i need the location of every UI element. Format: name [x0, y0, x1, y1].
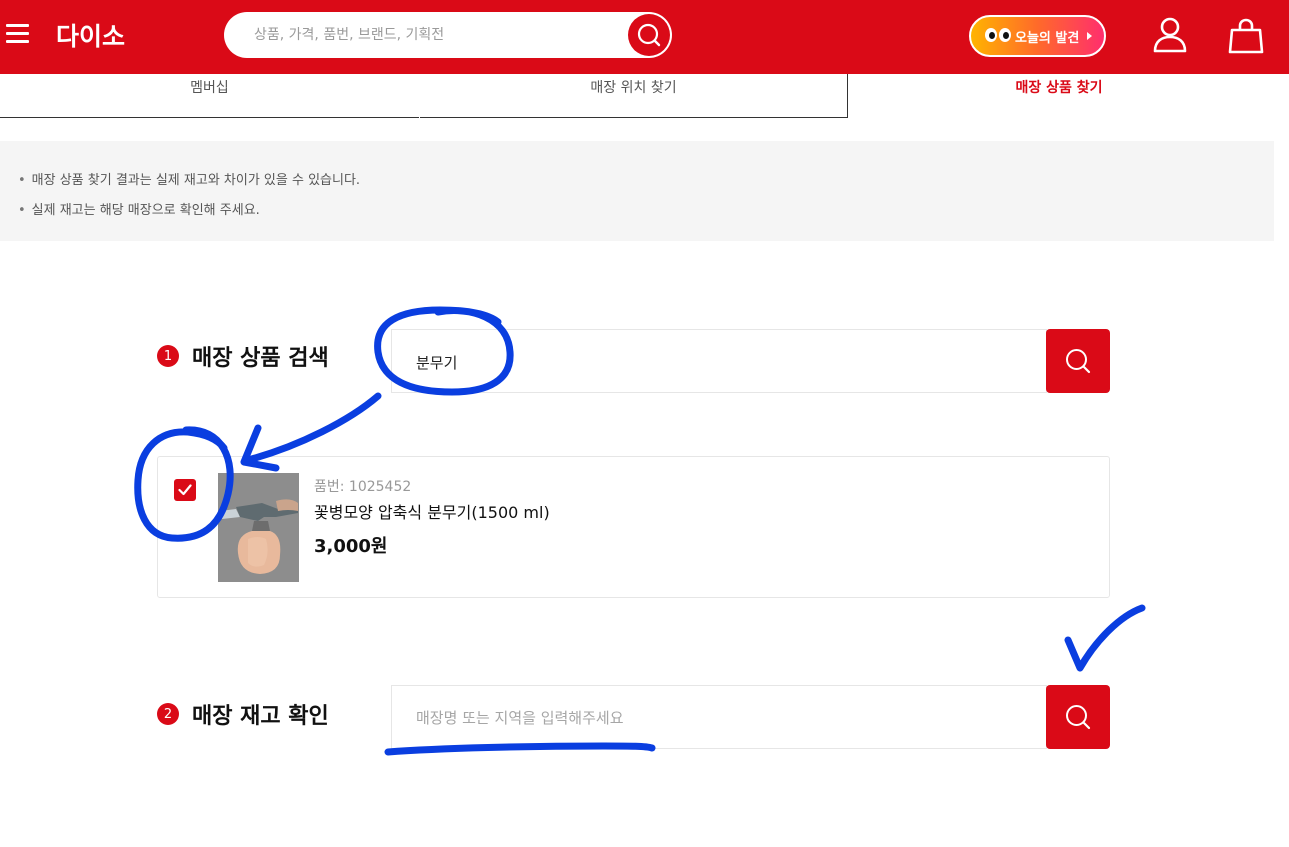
product-search-field [391, 329, 1047, 393]
product-name[interactable]: 꽃병모양 압축식 분무기(1500 ml) [314, 499, 550, 523]
annotation-arrow [244, 392, 382, 464]
spray-bottle-image [218, 473, 299, 582]
global-search-input[interactable] [254, 22, 624, 48]
shopping-bag-icon[interactable] [1228, 17, 1264, 55]
user-icon[interactable] [1152, 16, 1188, 54]
check-icon [178, 484, 192, 496]
store-search-input[interactable] [416, 704, 976, 732]
product-search-input[interactable] [416, 348, 976, 376]
global-search-button[interactable] [628, 14, 670, 56]
global-search [224, 12, 672, 58]
notice-box: 매장 상품 찾기 결과는 실제 재고와 차이가 있을 수 있습니다. 실제 재고… [0, 141, 1274, 241]
product-result-card[interactable]: 품번: 1025452 꽃병모양 압축식 분무기(1500 ml) 3,000원 [157, 456, 1110, 598]
eyes-icon [985, 28, 1011, 42]
product-image[interactable] [218, 473, 299, 582]
product-price: 3,000원 [314, 536, 388, 557]
search-icon [1066, 349, 1091, 374]
notice-item: 실제 재고는 해당 매장으로 확인해 주세요. [18, 199, 260, 218]
step-product-search-heading: 1 매장 상품 검색 [157, 340, 329, 372]
product-search-button[interactable] [1046, 329, 1110, 393]
step-number-badge: 1 [157, 345, 179, 367]
product-select-checkbox[interactable] [174, 479, 196, 501]
store-search-field [391, 685, 1047, 749]
store-search-button[interactable] [1046, 685, 1110, 749]
daiso-logo[interactable]: 다이소 [56, 17, 125, 53]
search-icon [1066, 705, 1091, 730]
search-icon [637, 23, 661, 47]
step-title: 매장 재고 확인 [192, 704, 329, 729]
store-tabs: 멤버십 매장 위치 찾기 매장 상품 찾기 [0, 74, 1289, 118]
step-stock-check-heading: 2 매장 재고 확인 [157, 698, 329, 730]
step-title: 매장 상품 검색 [192, 346, 329, 371]
today-discover-button[interactable]: 오늘의 발견 [969, 15, 1106, 57]
tab-store-location[interactable]: 매장 위치 찾기 [420, 74, 848, 118]
play-icon [1087, 32, 1092, 40]
tab-membership[interactable]: 멤버십 [0, 74, 419, 118]
product-code: 품번: 1025452 [314, 479, 412, 495]
today-discover-label: 오늘의 발견 [1015, 31, 1080, 46]
top-header: 다이소 오늘의 발견 [0, 0, 1289, 74]
tab-store-product-search[interactable]: 매장 상품 찾기 [849, 74, 1269, 118]
notice-item: 매장 상품 찾기 결과는 실제 재고와 차이가 있을 수 있습니다. [18, 169, 360, 188]
menu-icon[interactable] [6, 24, 30, 44]
annotation-checkmark [1064, 604, 1146, 672]
step-number-badge: 2 [157, 703, 179, 725]
